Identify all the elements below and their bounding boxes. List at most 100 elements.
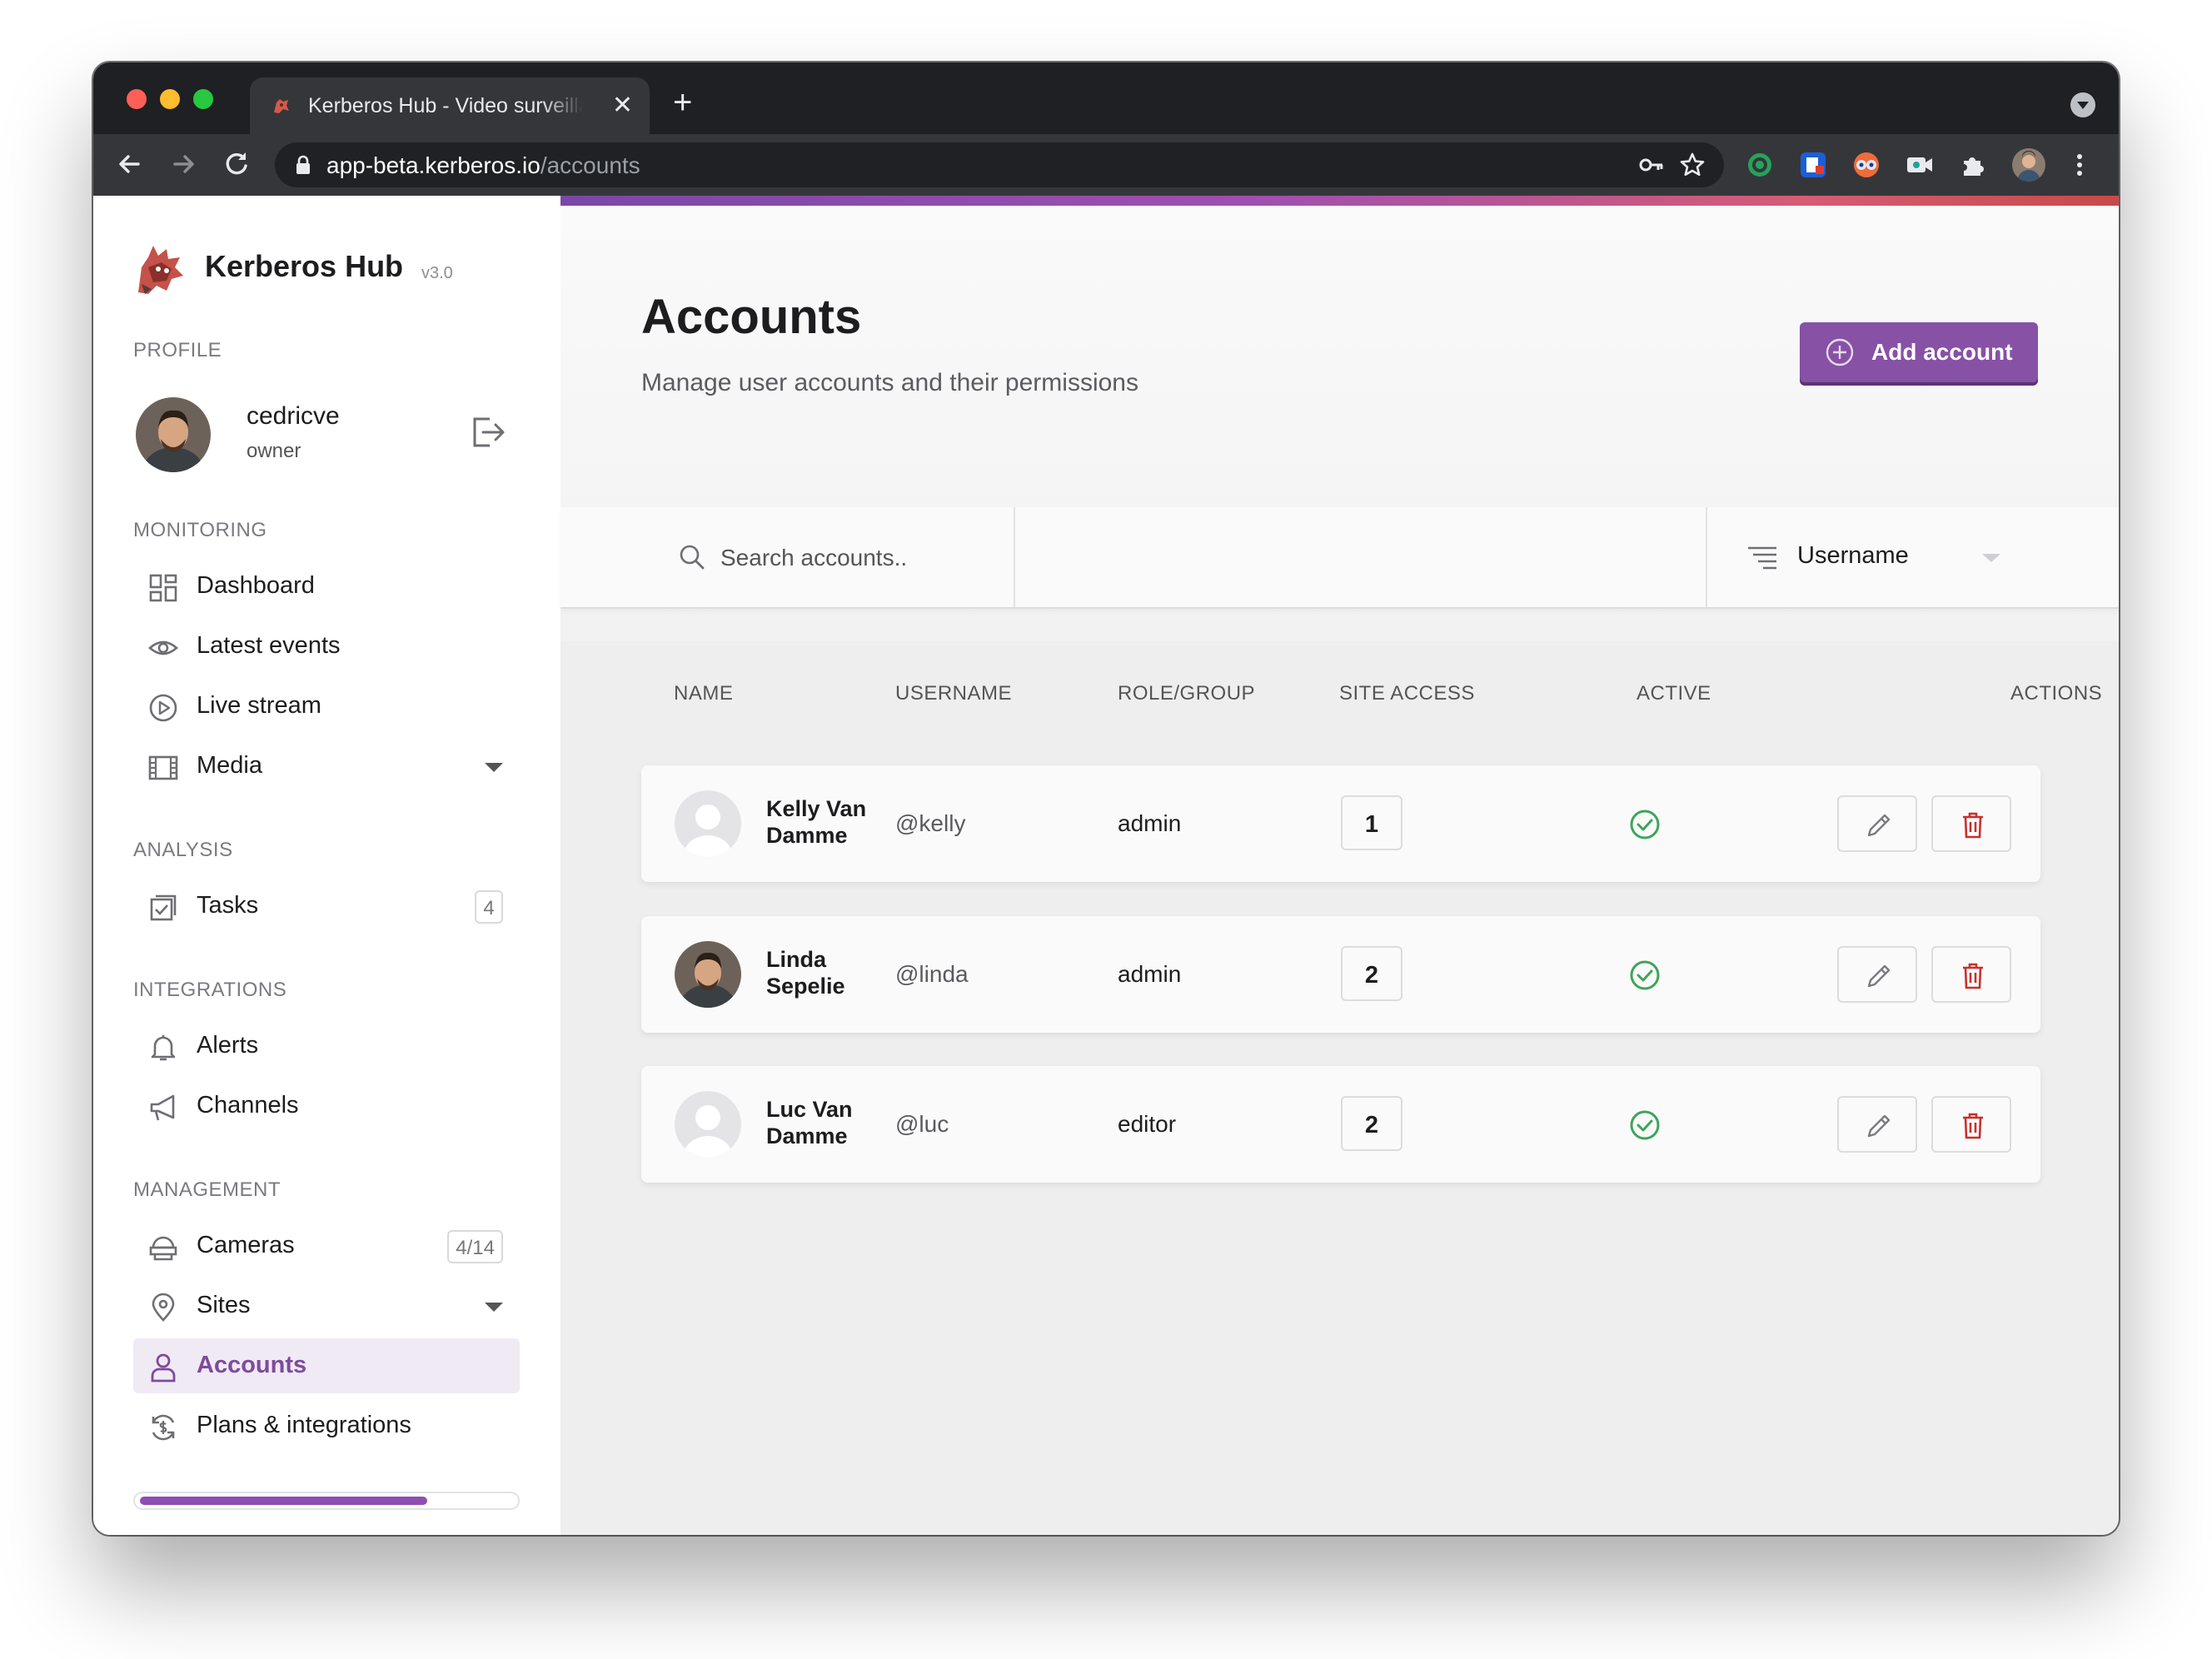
- usage-progress-fill: [140, 1497, 427, 1505]
- bookmark-star-icon[interactable]: [1679, 152, 1706, 178]
- tasks-count-badge: 4: [475, 890, 503, 924]
- account-username: @linda: [895, 961, 969, 987]
- filter-bar: Username: [560, 507, 2119, 609]
- back-arrow-icon[interactable]: [112, 146, 148, 182]
- account-name: Linda Sepelie: [766, 947, 845, 999]
- target-extension-icon[interactable]: [1746, 151, 1774, 179]
- default-avatar: [675, 790, 741, 857]
- column-header-role: ROLE/GROUP: [1118, 682, 1256, 705]
- sidebar-item-label: Latest events: [197, 632, 341, 659]
- delete-button[interactable]: [1931, 1096, 2011, 1153]
- delete-button[interactable]: [1931, 795, 2011, 852]
- edit-button[interactable]: [1837, 795, 1917, 852]
- column-header-username: USERNAME: [895, 682, 1013, 705]
- play-circle-icon: [149, 694, 177, 722]
- search-input[interactable]: [719, 537, 997, 579]
- search-box[interactable]: [560, 507, 1015, 607]
- tab-search-icon[interactable]: [2070, 92, 2095, 117]
- delete-button[interactable]: [1931, 946, 2011, 1003]
- window-zoom-button[interactable]: [193, 89, 213, 109]
- tab-title: Kerberos Hub - Video surveillance: [308, 94, 583, 117]
- sidebar-item-channels[interactable]: Channels: [133, 1079, 520, 1133]
- add-account-label: Add account: [1871, 339, 2013, 365]
- sort-filter-icon: [1748, 546, 1776, 570]
- site-access-count: 2: [1341, 946, 1402, 1001]
- account-name: Kelly Van Damme: [766, 796, 867, 848]
- forward-arrow-icon[interactable]: [165, 146, 202, 182]
- url-path: /accounts: [540, 152, 640, 178]
- glasses-extension-icon[interactable]: [1852, 151, 1881, 179]
- shield-extension-icon[interactable]: [1799, 151, 1827, 179]
- edit-button[interactable]: [1837, 946, 1917, 1003]
- site-access-count: 2: [1341, 1096, 1402, 1151]
- table-row: Luc Van Damme @luc editor 2: [641, 1066, 2040, 1183]
- site-access-count: 1: [1341, 795, 1402, 850]
- address-bar[interactable]: app-beta.kerberos.io/accounts: [275, 142, 1724, 187]
- sidebar-item-label: Media: [197, 752, 262, 779]
- sidebar-item-label: Dashboard: [197, 572, 315, 599]
- url-host: app-beta.kerberos.io: [326, 152, 541, 178]
- section-monitoring: MONITORING: [133, 519, 267, 541]
- pencil-icon: [1867, 964, 1891, 988]
- browser-profile-avatar[interactable]: [2012, 148, 2045, 182]
- key-icon[interactable]: [1639, 153, 1664, 177]
- section-management: MANAGEMENT: [133, 1178, 281, 1201]
- account-name: Luc Van Damme: [766, 1097, 853, 1148]
- reload-icon[interactable]: [218, 146, 255, 182]
- tab-close-icon[interactable]: ✕: [612, 92, 633, 120]
- section-profile: PROFILE: [133, 339, 222, 361]
- trash-icon: [1963, 812, 1983, 839]
- sidebar-item-label: Channels: [197, 1092, 299, 1118]
- sidebar-item-plans[interactable]: Plans & integrations: [133, 1398, 520, 1453]
- active-check-icon: [1630, 810, 1660, 839]
- sidebar-item-live-stream[interactable]: Live stream: [133, 679, 520, 734]
- sort-select[interactable]: Username: [1706, 507, 2119, 607]
- active-check-icon: [1630, 960, 1660, 990]
- sidebar-item-label: Accounts: [197, 1352, 307, 1378]
- section-analysis: ANALYSIS: [133, 839, 233, 861]
- sidebar-item-sites[interactable]: Sites: [133, 1278, 520, 1333]
- video-extension-icon[interactable]: [1906, 151, 1934, 179]
- table-row: Linda Sepelie @linda admin 2: [641, 916, 2040, 1033]
- trash-icon: [1963, 963, 1983, 989]
- profile-avatar[interactable]: [136, 397, 211, 472]
- new-tab-button[interactable]: +: [673, 86, 692, 119]
- sidebar-item-latest-events[interactable]: Latest events: [133, 619, 520, 674]
- sidebar-item-dashboard[interactable]: Dashboard: [133, 559, 520, 614]
- sidebar-item-tasks[interactable]: Tasks 4: [133, 879, 520, 934]
- eye-icon: [148, 640, 178, 655]
- trash-icon: [1963, 1113, 1983, 1139]
- sidebar-item-cameras[interactable]: Cameras 4/14: [133, 1218, 520, 1273]
- chevron-down-icon[interactable]: [485, 763, 503, 772]
- extensions-puzzle-icon[interactable]: [1959, 151, 1987, 179]
- logout-icon[interactable]: [470, 414, 506, 451]
- chevron-down-icon[interactable]: [485, 1303, 503, 1312]
- camera-icon: [149, 1236, 177, 1261]
- sort-value: Username: [1797, 542, 1909, 569]
- edit-button[interactable]: [1837, 1096, 1917, 1153]
- window-minimize-button[interactable]: [160, 89, 180, 109]
- main-content: Accounts Manage user accounts and their …: [560, 196, 2119, 1535]
- column-header-site-access: SITE ACCESS: [1339, 682, 1475, 705]
- sidebar-item-label: Tasks: [197, 892, 259, 919]
- section-integrations: INTEGRATIONS: [133, 979, 287, 1001]
- sidebar-item-label: Live stream: [197, 692, 321, 719]
- account-role: admin: [1118, 961, 1182, 987]
- app-name: Kerberos Hub: [205, 249, 404, 283]
- app-version: v3.0: [421, 264, 453, 282]
- add-account-button[interactable]: Add account: [1800, 322, 2038, 382]
- sidebar: Kerberos Hub v3.0 PROFILE cedricve owner…: [93, 196, 560, 1535]
- accent-gradient-bar: [560, 196, 2119, 206]
- page-subtitle: Manage user accounts and their permissio…: [641, 369, 1138, 396]
- column-header-name: NAME: [674, 682, 734, 705]
- sidebar-item-accounts[interactable]: Accounts: [133, 1338, 520, 1393]
- account-role: editor: [1118, 1111, 1177, 1137]
- megaphone-icon: [150, 1094, 175, 1121]
- browser-tab[interactable]: Kerberos Hub - Video surveillance ✕: [250, 77, 650, 134]
- sidebar-item-media[interactable]: Media: [133, 739, 520, 794]
- sidebar-item-alerts[interactable]: Alerts: [133, 1019, 520, 1074]
- usage-progress-bar: [133, 1492, 520, 1510]
- account-username: @luc: [895, 1111, 949, 1137]
- browser-menu-icon[interactable]: [2065, 151, 2094, 179]
- window-close-button[interactable]: [127, 89, 147, 109]
